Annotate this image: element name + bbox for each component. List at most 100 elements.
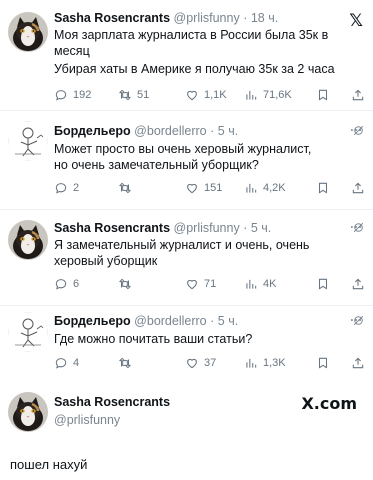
retweet-icon: [118, 181, 132, 195]
bookmark-icon: [316, 356, 330, 370]
share-icon: [351, 277, 365, 291]
like-count: 151: [204, 182, 223, 194]
retweet-count: 51: [137, 89, 150, 101]
separator-dot: ·: [243, 221, 248, 235]
tweet-1[interactable]: Sasha Rosencrants @prlisfunny · 18 ч. Мо…: [0, 0, 373, 110]
like-button[interactable]: 151: [185, 181, 222, 195]
like-icon: [185, 277, 199, 291]
bookmark-button[interactable]: [316, 277, 330, 291]
footer-avatar[interactable]: [8, 392, 48, 432]
tweet-line: Где можно почитать ваши статьи?: [54, 332, 253, 346]
views-icon: [244, 277, 258, 291]
avatar[interactable]: [8, 12, 48, 52]
like-icon: [185, 88, 199, 102]
avatar[interactable]: [8, 312, 48, 352]
separator-dot: ·: [243, 11, 248, 25]
timestamp[interactable]: 5 ч.: [218, 124, 238, 138]
share-icon: [351, 88, 365, 102]
tweet-line: Моя зарплата журналиста в России была 35…: [54, 28, 329, 42]
reply-count: 2: [73, 182, 80, 194]
share-icon: [351, 181, 365, 195]
tweet-text: Может просто вы очень херовый журналист,…: [54, 141, 366, 173]
retweet-button[interactable]: [118, 277, 132, 291]
retweet-icon: [118, 277, 132, 291]
retweet-icon: [118, 356, 132, 370]
reply-count: 6: [73, 278, 80, 290]
like-count: 37: [204, 357, 217, 369]
retweet-icon: [118, 88, 132, 102]
like-icon: [185, 181, 199, 195]
views-button[interactable]: 4,2K: [244, 181, 286, 195]
view-count: 1,3K: [263, 357, 286, 369]
like-icon: [185, 356, 199, 370]
like-button[interactable]: 37: [185, 356, 216, 370]
tweet-text: Моя зарплата журналиста в России была 35…: [54, 27, 366, 77]
reply-icon: [54, 277, 68, 291]
author-name[interactable]: Sasha Rosencrants: [54, 221, 170, 235]
footer-author-name[interactable]: Sasha Rosencrants: [54, 395, 170, 409]
footer-author-handle[interactable]: @prlisfunny: [54, 413, 120, 427]
tweet-3[interactable]: Sasha Rosencrants @prlisfunny · 5 ч. Я з…: [0, 210, 373, 305]
author-handle[interactable]: @prlisfunny: [174, 221, 240, 235]
reply-icon: [54, 356, 68, 370]
share-button[interactable]: [351, 356, 365, 370]
share-button[interactable]: [351, 277, 365, 291]
reply-button[interactable]: 6: [54, 277, 79, 291]
tweet-line: Я замечательный журналист и очень, очень: [54, 238, 310, 252]
timestamp[interactable]: 5 ч.: [251, 221, 271, 235]
views-button[interactable]: 1,3K: [244, 356, 286, 370]
reply-button[interactable]: 192: [54, 88, 91, 102]
separator-dot: ·: [210, 124, 215, 138]
timestamp[interactable]: 18 ч.: [251, 11, 278, 25]
more-icon[interactable]: [349, 123, 363, 137]
reply-button[interactable]: 4: [54, 356, 79, 370]
views-button[interactable]: 4K: [244, 277, 276, 291]
bookmark-button[interactable]: [316, 356, 330, 370]
views-button[interactable]: 71,6K: [244, 88, 292, 102]
tweet-line: но очень замечательный уборщик?: [54, 158, 259, 172]
share-button[interactable]: [351, 88, 365, 102]
author-name[interactable]: Бордельеро: [54, 314, 131, 328]
action-bar: 4 37 1,3K: [54, 356, 366, 372]
views-icon: [244, 181, 258, 195]
tweet-text: Где можно почитать ваши статьи?: [54, 331, 366, 347]
retweet-button[interactable]: [118, 181, 132, 195]
avatar[interactable]: [8, 220, 48, 260]
bookmark-icon: [316, 88, 330, 102]
tweet-line: Убирая хаты в Америке я получаю 35к за 2…: [54, 62, 335, 76]
tweet-text: Я замечательный журналист и очень, очень…: [54, 237, 366, 269]
like-button[interactable]: 71: [185, 277, 216, 291]
bookmark-button[interactable]: [316, 181, 330, 195]
action-bar: 6 71 4K: [54, 277, 366, 293]
avatar[interactable]: [8, 121, 48, 161]
author-handle[interactable]: @prlisfunny: [174, 11, 240, 25]
author-handle[interactable]: @bordellerro: [134, 124, 206, 138]
tweet-2[interactable]: Бордельеро @bordellerro · 5 ч. Может про…: [0, 111, 373, 209]
author-handle[interactable]: @bordellerro: [134, 314, 206, 328]
more-icon[interactable]: [349, 220, 363, 234]
author-name[interactable]: Бордельеро: [54, 124, 131, 138]
timestamp[interactable]: 5 ч.: [218, 314, 238, 328]
like-button[interactable]: 1,1K: [185, 88, 227, 102]
share-icon: [351, 356, 365, 370]
view-count: 71,6K: [263, 89, 292, 101]
tweet-line: Может просто вы очень херовый журналист,: [54, 142, 312, 156]
reply-icon: [54, 181, 68, 195]
author-name[interactable]: Sasha Rosencrants: [54, 11, 170, 25]
reply-count: 4: [73, 357, 80, 369]
x-com-logo: X.com: [301, 394, 357, 413]
reply-button[interactable]: 2: [54, 181, 79, 195]
bookmark-icon: [316, 181, 330, 195]
bookmark-button[interactable]: [316, 88, 330, 102]
tweet-4[interactable]: Бордельеро @bordellerro · 5 ч. Где можно…: [0, 306, 373, 380]
views-icon: [244, 356, 258, 370]
retweet-button[interactable]: [118, 356, 132, 370]
tweet-line: месяц: [54, 44, 90, 58]
more-icon[interactable]: [349, 313, 363, 327]
views-icon: [244, 88, 258, 102]
retweet-button[interactable]: 51: [118, 88, 149, 102]
action-bar: 2 151 4,2K: [54, 181, 366, 197]
action-bar: 192 51 1,1K 71,6K: [54, 88, 366, 104]
share-button[interactable]: [351, 181, 365, 195]
like-count: 1,1K: [204, 89, 227, 101]
